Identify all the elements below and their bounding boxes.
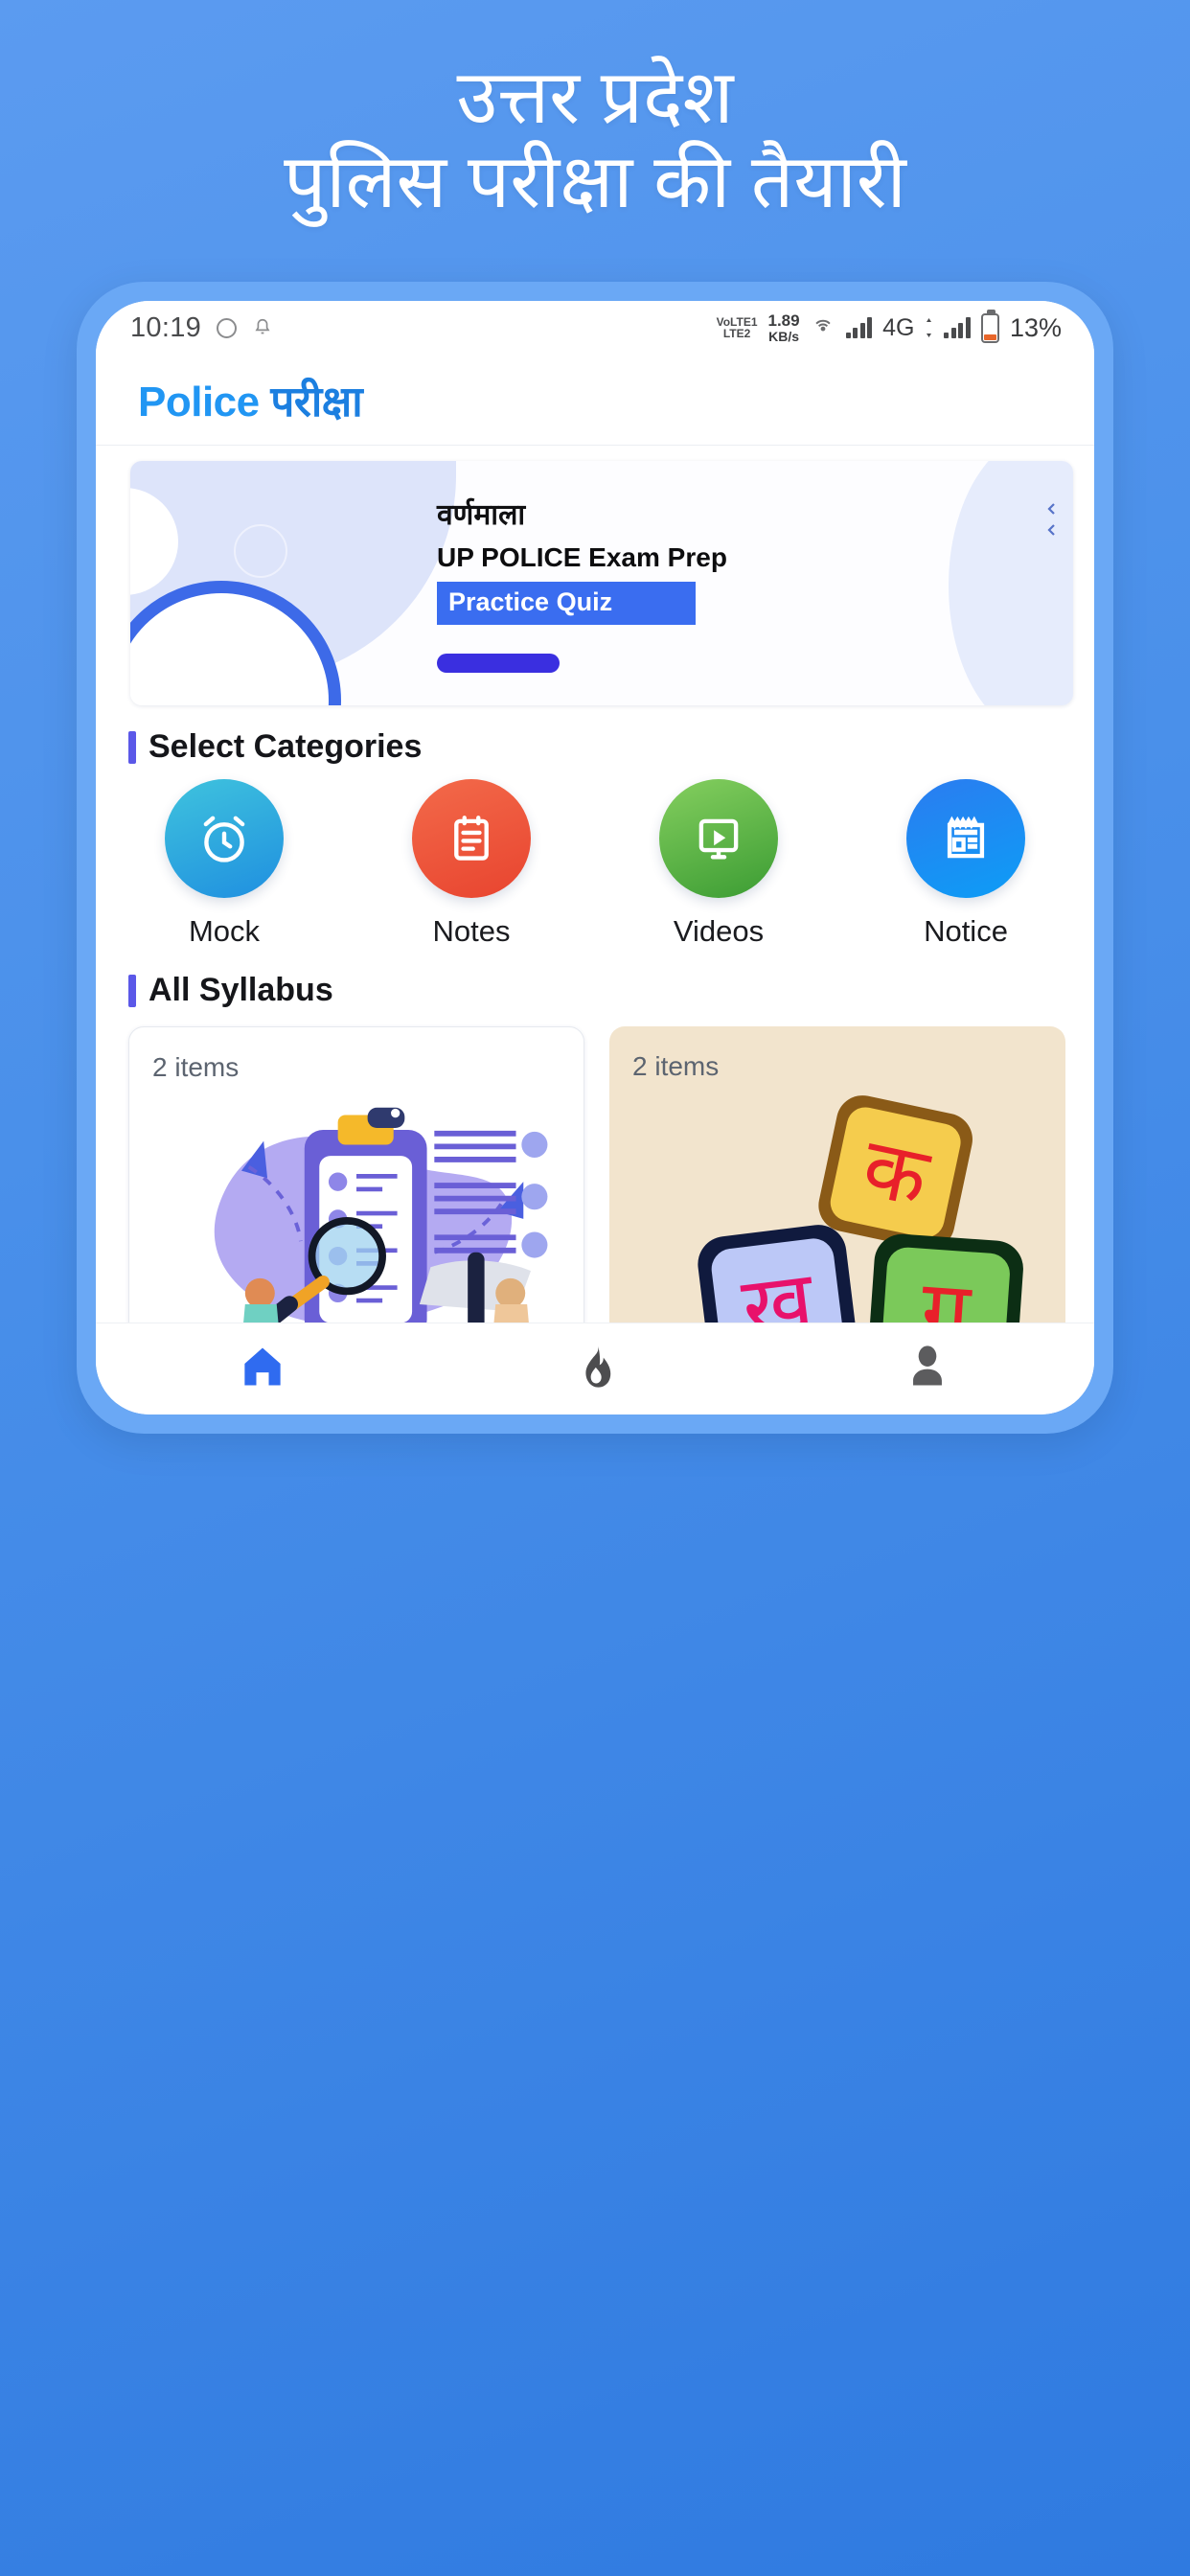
hindi-alphabet-blocks-illustration: क ख ग (632, 1082, 1042, 1322)
app-logo: Police परीक्षा (138, 371, 363, 428)
syllabus-card-syllabus[interactable]: 2 items (128, 1026, 584, 1322)
svg-text:ख: ख (737, 1253, 820, 1322)
signal-bars-icon-1 (845, 317, 873, 338)
network-speed-value: 1.89 (767, 310, 800, 330)
card-item-count: 2 items (152, 1052, 240, 1082)
promo-line-2: पुलिस परीक्षा की तैयारी (284, 138, 906, 223)
bell-icon (252, 317, 273, 338)
category-label-notice: Notice (924, 914, 1008, 948)
section-accent-bar (128, 730, 136, 764)
chevron-left-icon[interactable] (1044, 501, 1060, 517)
syllabus-grid: 2 items 2 items क ख ग (96, 1023, 1094, 1322)
signal-bars-icon-2 (944, 317, 971, 338)
banner-cta-pill[interactable] (437, 654, 560, 673)
circle-icon (217, 317, 238, 338)
banner-prev-control[interactable] (1044, 501, 1060, 538)
bottom-navigation (96, 1322, 1094, 1414)
category-label-mock: Mock (188, 914, 261, 948)
section-header-categories: Select Categories (96, 705, 1094, 779)
banner-carousel[interactable]: वर्णमाला UP POLICE Exam Prep Practice Qu… (96, 446, 1094, 705)
video-play-icon-circle[interactable] (659, 779, 778, 898)
category-label-videos: Videos (673, 914, 765, 948)
app-logo-main: Police (138, 379, 260, 426)
battery-icon (980, 309, 999, 343)
data-transfer-icon (925, 317, 933, 338)
banner-slide[interactable]: वर्णमाला UP POLICE Exam Prep Practice Qu… (130, 461, 1073, 705)
phone-frame: 10:19 VoLTE1 LTE2 1.89 KB/s 4G 13% Polic… (77, 282, 1113, 1434)
notice-board-icon-circle[interactable] (906, 779, 1025, 898)
category-item-notice[interactable]: Notice (870, 779, 1062, 949)
section-header-syllabus: All Syllabus (96, 949, 1094, 1023)
banner-text: वर्णमाला UP POLICE Exam Prep Practice Qu… (437, 494, 727, 673)
network-type-label: 4G (882, 313, 915, 341)
category-item-videos[interactable]: Videos (623, 779, 814, 949)
syllabus-card-general-hindi[interactable]: 2 items क ख ग (609, 1026, 1065, 1322)
banner-subtitle: UP POLICE Exam Prep (437, 542, 727, 572)
network-speed-unit: KB/s (768, 328, 799, 344)
category-label-notes: Notes (432, 914, 511, 948)
volte-indicator: VoLTE1 LTE2 (717, 316, 758, 339)
flame-icon[interactable] (571, 1343, 619, 1395)
status-bar: 10:19 VoLTE1 LTE2 1.89 KB/s 4G 13% (96, 301, 1094, 355)
section-accent-bar-2 (128, 974, 136, 1007)
alarm-clock-icon-circle[interactable] (165, 779, 284, 898)
network-speed: 1.89 KB/s (767, 310, 800, 344)
nav-item-home[interactable] (167, 1323, 358, 1415)
cast-icon (811, 315, 835, 340)
phone-screen: 10:19 VoLTE1 LTE2 1.89 KB/s 4G 13% Polic… (96, 301, 1094, 1414)
app-content: वर्णमाला UP POLICE Exam Prep Practice Qu… (96, 446, 1094, 1322)
notepad-icon-circle[interactable] (412, 779, 531, 898)
status-bar-left: 10:19 (130, 312, 273, 344)
card-item-count: 2 items (632, 1051, 720, 1081)
status-bar-right: VoLTE1 LTE2 1.89 KB/s 4G 13% (717, 309, 1062, 344)
app-bar: Police परीक्षा (96, 355, 1094, 446)
section-title-categories: Select Categories (149, 728, 423, 765)
category-item-notes[interactable]: Notes (376, 779, 567, 949)
nav-item-trending[interactable] (499, 1323, 691, 1415)
category-list: Mock Notes Videos Notice (96, 779, 1094, 949)
volte-line-2: LTE2 (722, 327, 751, 340)
banner-title: वर्णमाला (437, 499, 526, 531)
category-item-mock[interactable]: Mock (128, 779, 320, 949)
chevron-left-icon-2[interactable] (1044, 522, 1060, 538)
promo-headline: उत्तर प्रदेश पुलिस परीक्षा की तैयारी (0, 58, 1190, 223)
section-title-syllabus: All Syllabus (149, 972, 333, 1008)
home-icon[interactable] (238, 1342, 287, 1396)
nav-item-profile[interactable] (832, 1323, 1023, 1415)
promo-line-1: उत्तर प्रदेश (456, 55, 734, 139)
status-time: 10:19 (130, 311, 202, 343)
battery-percent-label: 13% (1009, 312, 1062, 342)
person-icon[interactable] (903, 1342, 952, 1396)
svg-text:ग: ग (918, 1262, 974, 1322)
banner-chip: Practice Quiz (437, 582, 696, 625)
app-logo-hindi: परीक्षा (270, 379, 363, 426)
clipboard-review-illustration (152, 1083, 561, 1322)
